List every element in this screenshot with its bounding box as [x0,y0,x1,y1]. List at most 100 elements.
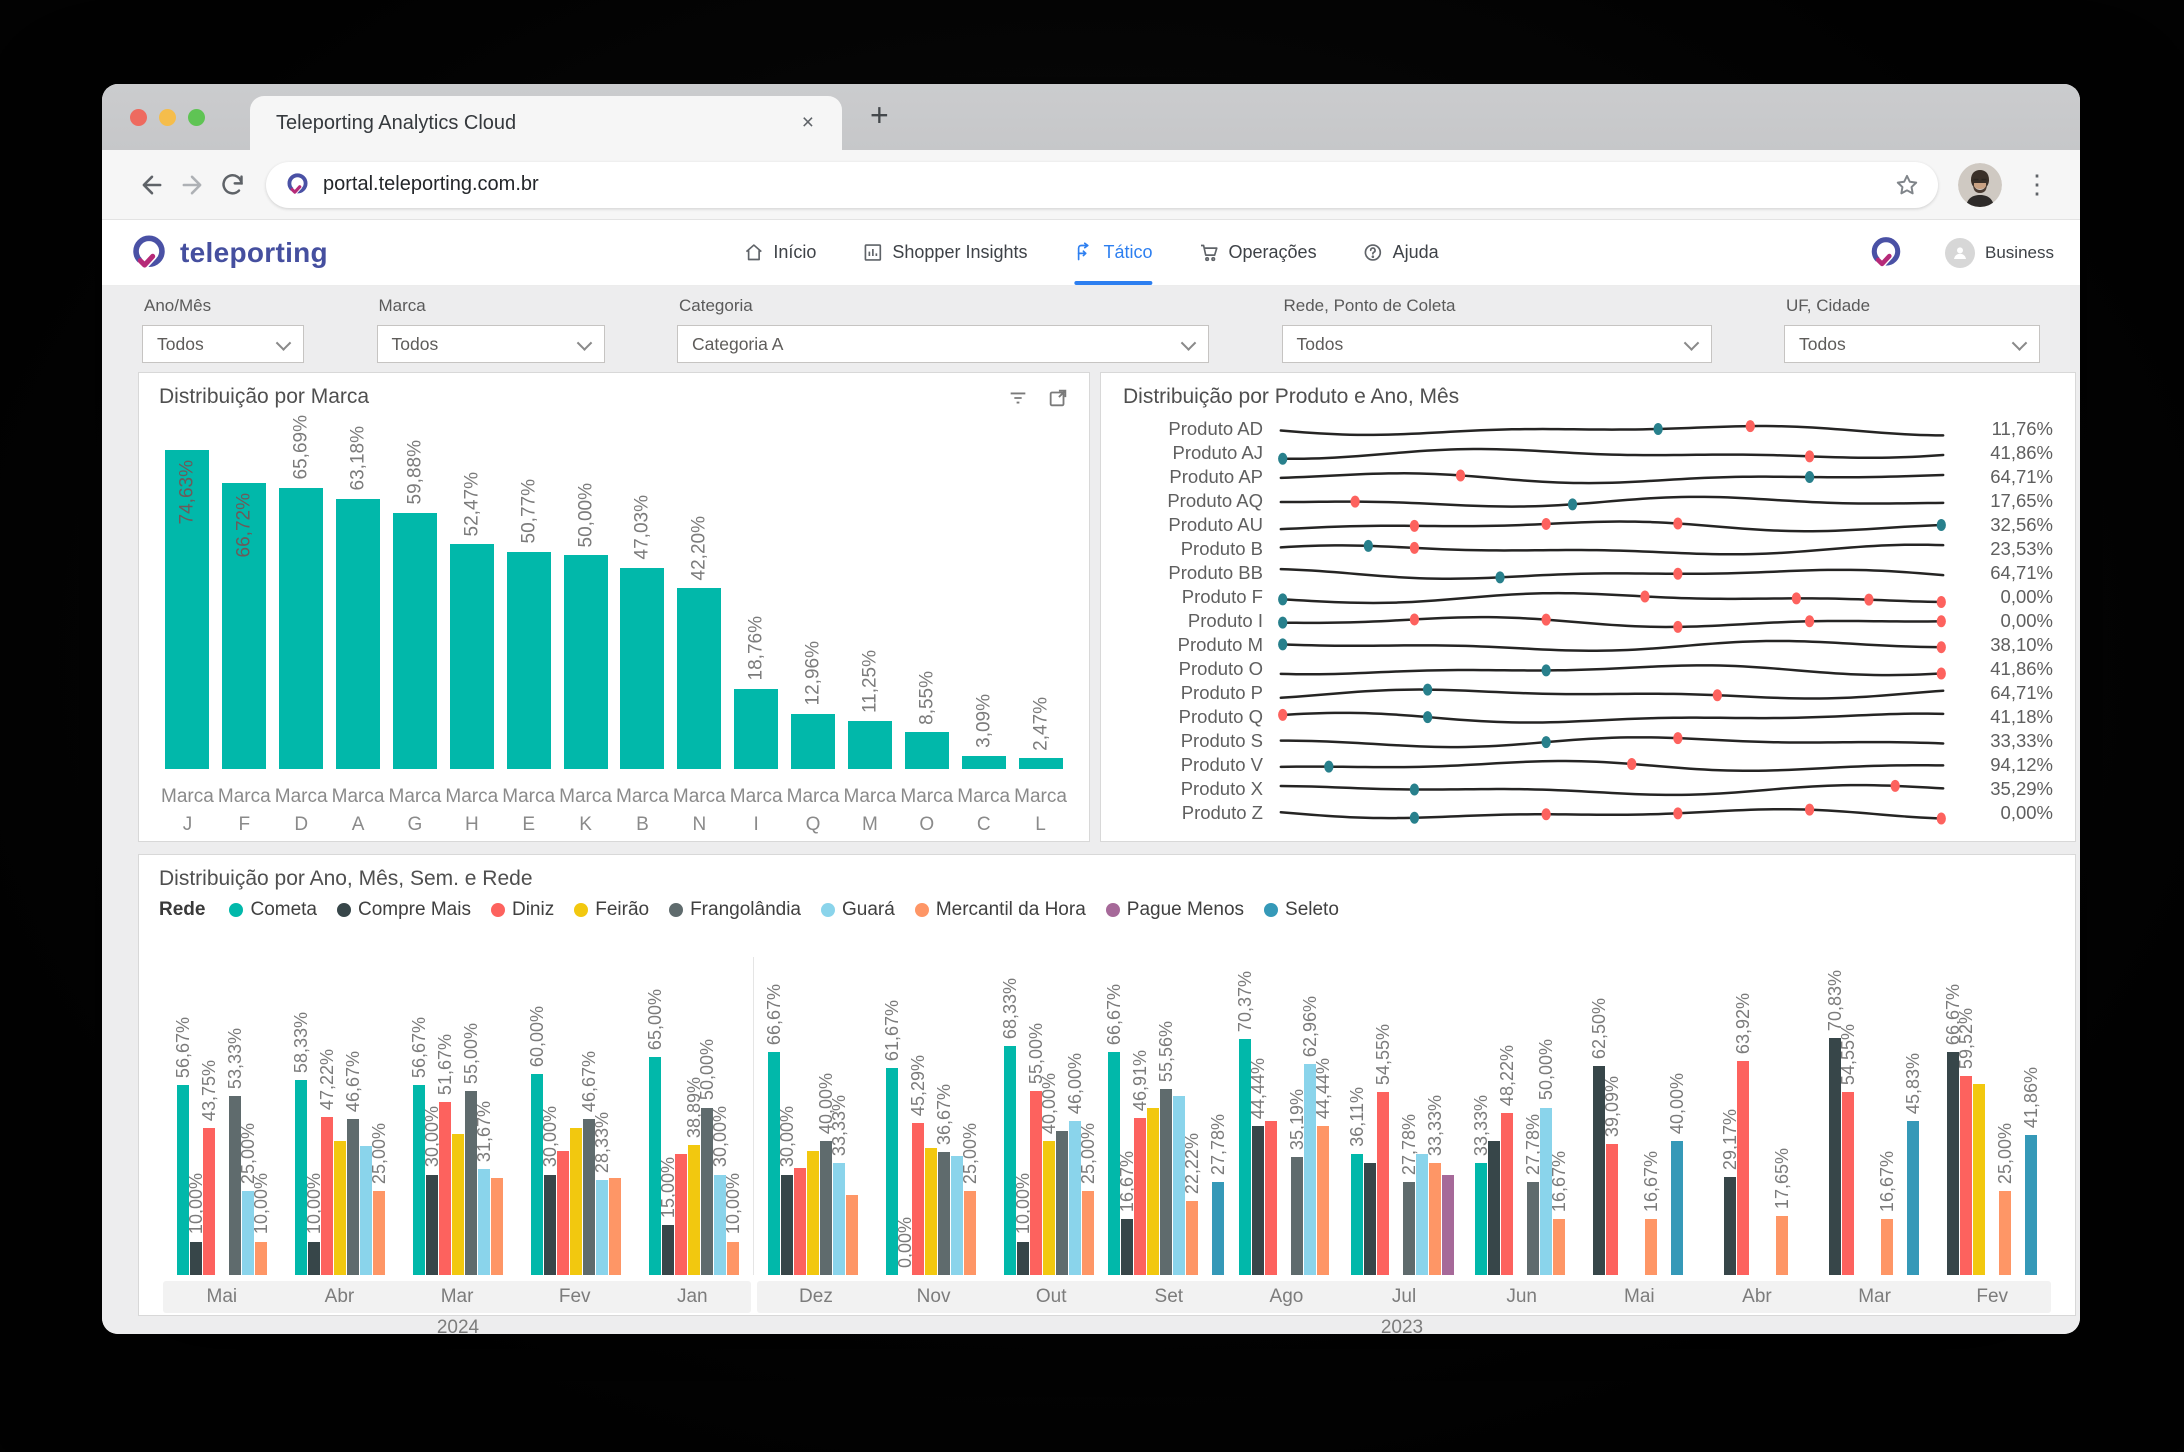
bar-feirão[interactable] [570,1128,582,1275]
bar-marca-h[interactable] [450,544,494,769]
tab-close-icon[interactable]: × [800,111,816,135]
bar-mercantil-da-hora[interactable] [255,1242,267,1276]
bar-mercantil-da-hora[interactable] [1553,1219,1565,1275]
bar-diniz[interactable] [1134,1118,1146,1275]
bar-compre-mais[interactable] [544,1175,556,1276]
bar-feirão[interactable] [334,1141,346,1275]
bar-compre-mais[interactable] [1488,1141,1500,1275]
bar-feirão[interactable] [1973,1084,1985,1275]
bar-diniz[interactable] [1960,1076,1972,1275]
bar-compre-mais[interactable] [1121,1219,1133,1275]
browser-profile-avatar[interactable] [1958,163,2002,207]
bar-mercantil-da-hora[interactable] [609,1178,621,1275]
bar-guará[interactable] [1416,1154,1428,1275]
url-bar[interactable]: portal.teleporting.com.br [266,162,1938,208]
bar-mercantil-da-hora[interactable] [1429,1163,1441,1275]
bar-marca-o[interactable] [905,732,949,769]
bar-marca-l[interactable] [1019,758,1063,769]
bar-frangolândia[interactable] [1160,1089,1172,1275]
reload-button[interactable] [212,165,252,205]
filter-icon[interactable] [1007,387,1029,409]
bar-frangolândia[interactable] [820,1141,832,1275]
filter-select-0[interactable]: Todos [142,325,304,363]
filter-select-3[interactable]: Todos [1282,325,1712,363]
bar-diniz[interactable] [1501,1113,1513,1275]
bar-feirão[interactable] [925,1148,937,1275]
bar-diniz[interactable] [912,1123,924,1275]
minimize-window-button[interactable] [159,109,176,126]
teleporting-pin-icon[interactable] [1867,234,1905,272]
zoom-window-button[interactable] [188,109,205,126]
bar-compre-mais[interactable] [662,1225,674,1275]
legend-item-compre-mais[interactable]: Compre Mais [337,899,471,921]
bar-compre-mais[interactable] [1017,1242,1029,1276]
bar-compre-mais[interactable] [1947,1052,1959,1275]
nav-item-operacoes[interactable]: Operações [1199,220,1317,285]
bar-diniz[interactable] [1737,1061,1749,1275]
bar-seleto[interactable] [1907,1121,1919,1275]
bookmark-star-icon[interactable] [1894,172,1920,198]
business-account-chip[interactable]: Business [1945,238,2054,268]
bar-marca-d[interactable] [279,488,323,769]
bar-frangolândia[interactable] [347,1119,359,1275]
legend-item-mercantil-da-hora[interactable]: Mercantil da Hora [915,899,1086,921]
bar-mercantil-da-hora[interactable] [491,1178,503,1275]
bar-diniz[interactable] [675,1154,687,1275]
nav-item-tatico[interactable]: Tático [1073,220,1152,285]
back-button[interactable] [132,165,172,205]
bar-frangolândia[interactable] [1056,1131,1068,1275]
focus-mode-icon[interactable] [1047,387,1069,409]
bar-marca-m[interactable] [848,721,892,769]
bar-mercantil-da-hora[interactable] [1186,1201,1198,1275]
bar-compre-mais[interactable] [308,1242,320,1276]
legend-item-diniz[interactable]: Diniz [491,899,554,921]
bar-mercantil-da-hora[interactable] [964,1191,976,1275]
bar-diniz[interactable] [1842,1092,1854,1275]
bar-compre-mais[interactable] [1364,1163,1376,1275]
bar-marca-c[interactable] [962,756,1006,769]
bar-seleto[interactable] [2025,1135,2037,1275]
bar-guará[interactable] [596,1180,608,1275]
bar-mercantil-da-hora[interactable] [373,1191,385,1275]
bar-compre-mais[interactable] [190,1242,202,1276]
nav-item-insights[interactable]: Shopper Insights [862,220,1027,285]
bar-guará[interactable] [833,1163,845,1275]
bar-cometa[interactable] [1004,1046,1016,1275]
nav-item-inicio[interactable]: Início [743,220,816,285]
bar-marca-a[interactable] [336,499,380,769]
bar-feirão[interactable] [807,1151,819,1275]
bar-diniz[interactable] [203,1128,215,1275]
bar-compre-mais[interactable] [1724,1177,1736,1275]
bar-seleto[interactable] [1212,1182,1224,1275]
bar-mercantil-da-hora[interactable] [1776,1216,1788,1275]
bar-compre-mais[interactable] [781,1175,793,1276]
bar-compre-mais[interactable] [426,1175,438,1276]
bar-mercantil-da-hora[interactable] [1881,1219,1893,1275]
browser-tab[interactable]: Teleporting Analytics Cloud × [250,96,842,150]
bar-marca-q[interactable] [791,714,835,769]
bar-mercantil-da-hora[interactable] [727,1242,739,1276]
bar-frangolândia[interactable] [1291,1157,1303,1275]
forward-button[interactable] [172,165,212,205]
bar-marca-g[interactable] [393,513,437,769]
new-tab-button[interactable]: + [870,97,889,134]
bar-diniz[interactable] [794,1168,806,1275]
bar-cometa[interactable] [1351,1154,1363,1275]
bar-mercantil-da-hora[interactable] [1645,1219,1657,1275]
bar-diniz[interactable] [1265,1121,1277,1275]
bar-diniz[interactable] [439,1102,451,1275]
bar-pague-menos[interactable] [1442,1175,1454,1276]
bar-frangolândia[interactable] [1527,1182,1539,1275]
nav-item-ajuda[interactable]: Ajuda [1363,220,1439,285]
bar-diniz[interactable] [1377,1092,1389,1275]
bar-diniz[interactable] [321,1117,333,1275]
bar-diniz[interactable] [557,1151,569,1275]
bar-frangolândia[interactable] [1403,1182,1415,1275]
bar-feirão[interactable] [1147,1108,1159,1276]
bar-cometa[interactable] [531,1074,543,1275]
bar-marca-e[interactable] [507,552,551,769]
bar-marca-k[interactable] [564,555,608,769]
bar-feirão[interactable] [1043,1141,1055,1275]
bar-frangolândia[interactable] [938,1152,950,1275]
bar-mercantil-da-hora[interactable] [1317,1126,1329,1275]
